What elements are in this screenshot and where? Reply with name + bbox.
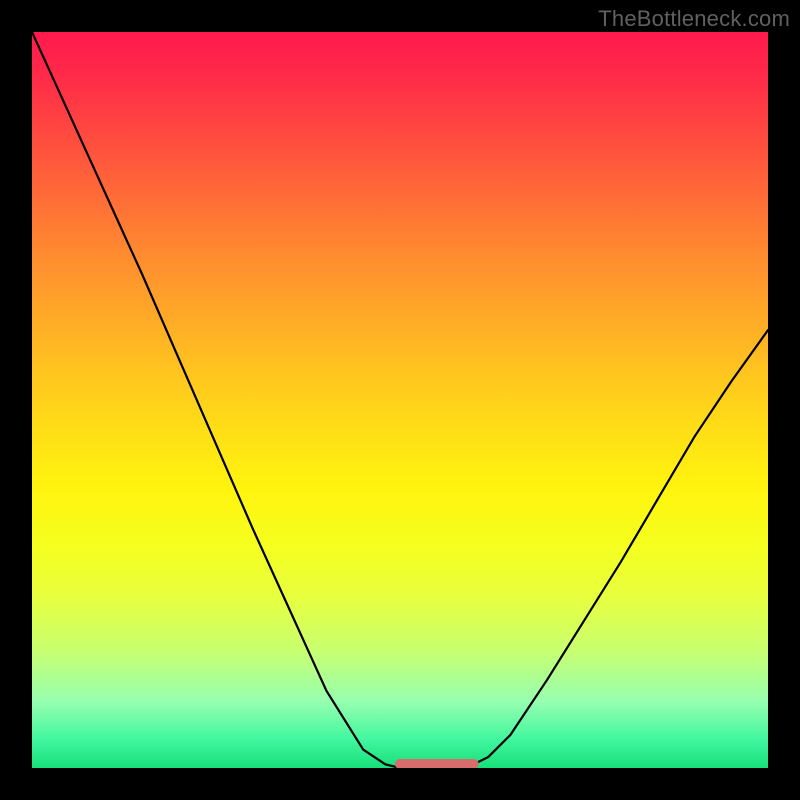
curve-layer	[32, 32, 768, 768]
bottleneck-curve	[32, 32, 768, 768]
plot-area	[32, 32, 768, 768]
chart-canvas: TheBottleneck.com	[0, 0, 800, 800]
attribution-watermark: TheBottleneck.com	[598, 6, 790, 32]
